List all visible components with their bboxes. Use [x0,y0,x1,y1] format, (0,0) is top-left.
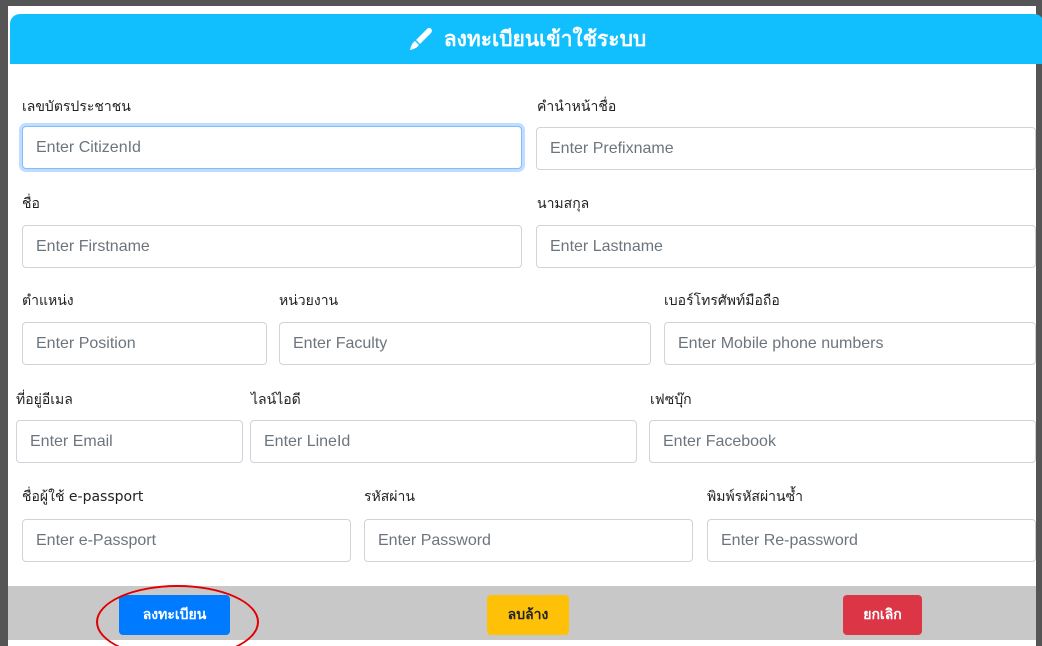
firstname-label: ชื่อ [22,196,40,212]
email-input[interactable] [16,420,243,463]
position-input[interactable] [22,322,267,365]
mobile-label: เบอร์โทรศัพท์มือถือ [664,293,780,309]
line-id-label: ไลน์ไอดี [251,392,301,408]
password-input[interactable] [364,519,693,562]
epassport-input[interactable] [22,519,351,562]
prefix-label: คำนำหน้าชื่อ [537,99,617,115]
mobile-input[interactable] [664,322,1036,365]
faculty-input[interactable] [279,322,651,365]
clear-button[interactable]: ลบล้าง [487,595,569,635]
citizen-id-input[interactable] [22,126,522,169]
facebook-input[interactable] [649,420,1036,463]
password-label: รหัสผ่าน [364,489,415,505]
faculty-label: หน่วยงาน [279,293,339,309]
facebook-label: เฟซบุ๊ก [650,392,692,408]
lastname-label: นามสกุล [537,196,590,212]
firstname-input[interactable] [22,225,522,268]
prefix-input[interactable] [536,127,1036,170]
lastname-input[interactable] [536,225,1036,268]
cancel-button[interactable]: ยกเลิก [843,595,922,635]
repassword-input[interactable] [707,519,1036,562]
position-label: ตำแหน่ง [22,293,74,309]
repassword-label: พิมพ์รหัสผ่านซ้ำ [707,489,803,505]
modal-title: ลงทะเบียนเข้าใช้ระบบ [443,26,647,51]
citizen-id-label: เลขบัตรประชาชน [22,99,131,115]
line-id-input[interactable] [250,420,637,463]
modal-header: ลงทะเบียนเข้าใช้ระบบ [10,14,1042,64]
pen-icon [408,26,434,52]
register-button[interactable]: ลงทะเบียน [119,595,230,635]
epassport-label: ชื่อผู้ใช้ e-passport [22,489,144,505]
email-label: ที่อยู่อีเมล [16,392,73,408]
